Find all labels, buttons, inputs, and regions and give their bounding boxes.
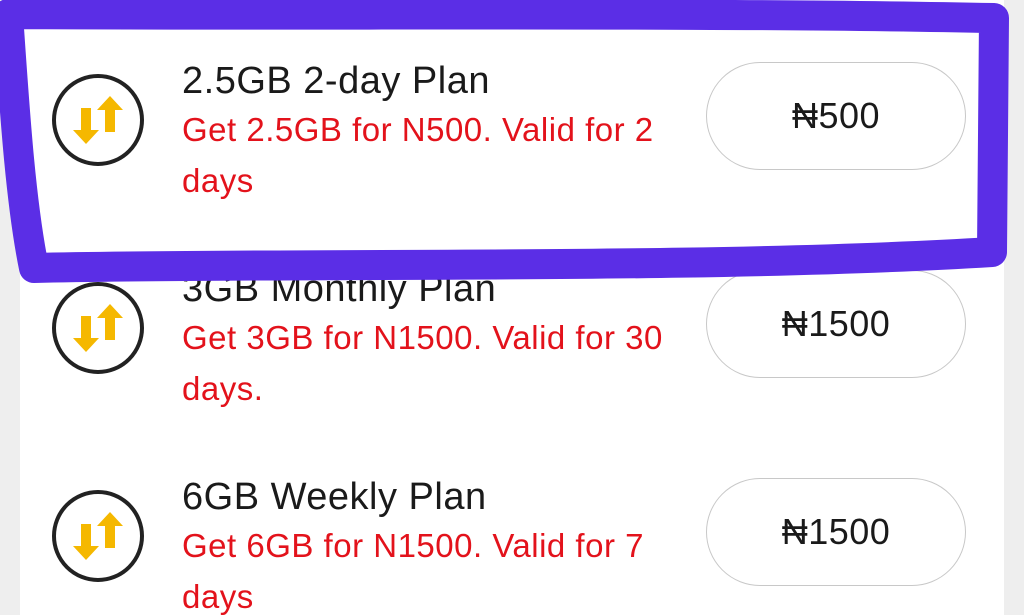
buy-plan-button[interactable]: ₦500 bbox=[706, 62, 966, 170]
plan-description: Get 3GB for N1500. Valid for 30 days. bbox=[182, 319, 663, 407]
data-transfer-icon bbox=[52, 282, 144, 374]
plan-item-2-5gb[interactable]: 2.5GB 2-day Plan Get 2.5GB for N500. Val… bbox=[20, 20, 1004, 220]
buy-plan-button[interactable]: ₦1500 bbox=[706, 270, 966, 378]
data-transfer-icon bbox=[52, 490, 144, 582]
buy-plan-button[interactable]: ₦1500 bbox=[706, 478, 966, 586]
plan-item-6gb[interactable]: 6GB Weekly Plan Get 6GB for N1500. Valid… bbox=[20, 436, 1004, 615]
plan-description: Get 6GB for N1500. Valid for 7 days bbox=[182, 527, 644, 615]
plan-title: 2.5GB 2-day Plan bbox=[182, 60, 490, 102]
plan-title: 3GB Monthly Plan bbox=[182, 268, 497, 310]
plan-list: 2.5GB 2-day Plan Get 2.5GB for N500. Val… bbox=[20, 0, 1004, 615]
plan-description: Get 2.5GB for N500. Valid for 2 days bbox=[182, 111, 654, 199]
data-transfer-icon bbox=[52, 74, 144, 166]
plan-item-3gb[interactable]: 3GB Monthly Plan Get 3GB for N1500. Vali… bbox=[20, 228, 1004, 428]
plan-title: 6GB Weekly Plan bbox=[182, 476, 487, 518]
data-plans-screen: 2.5GB 2-day Plan Get 2.5GB for N500. Val… bbox=[0, 0, 1024, 615]
